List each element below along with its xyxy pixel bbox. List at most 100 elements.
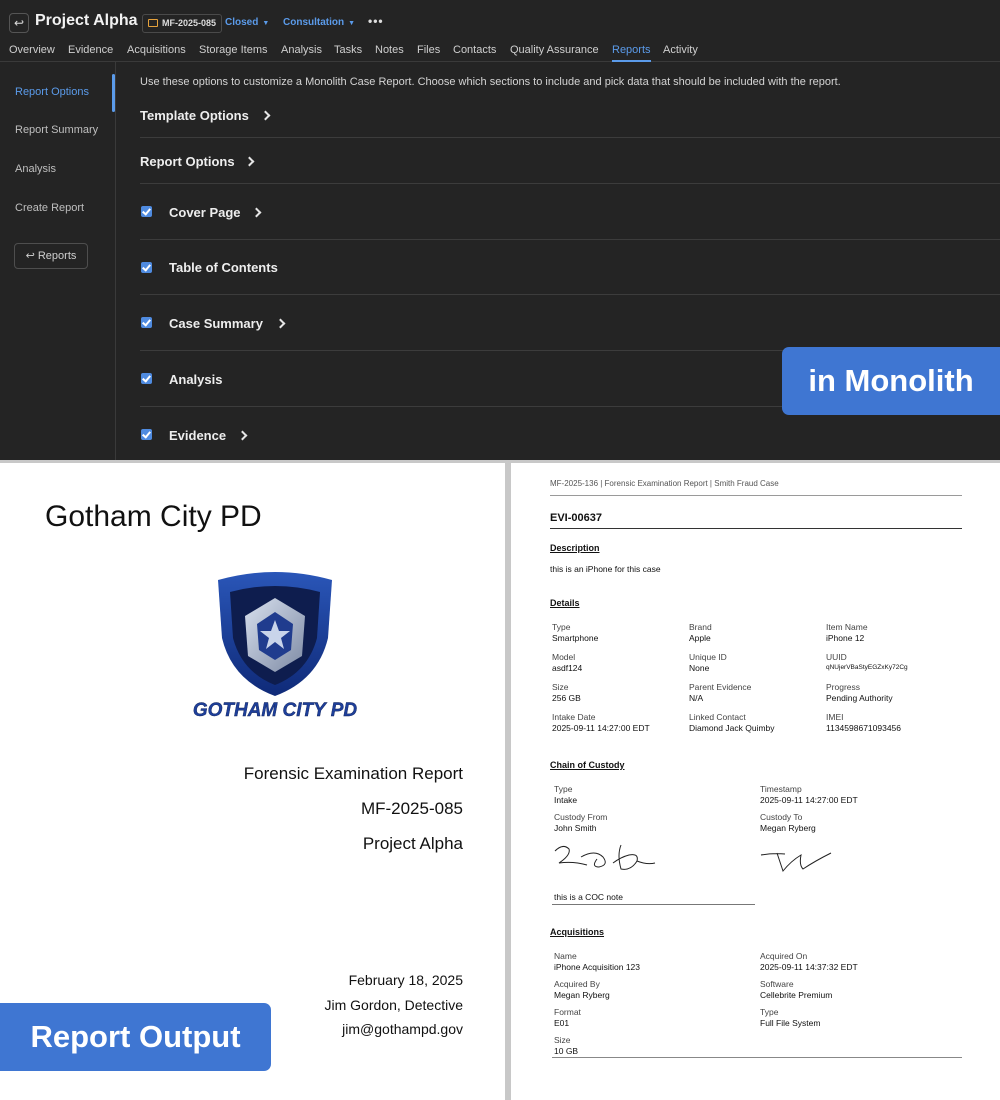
tab-overview[interactable]: Overview <box>9 44 55 56</box>
divider <box>552 1057 962 1058</box>
acq-value: 2025-09-11 14:37:32 EDT <box>760 962 858 972</box>
detail-label: Brand <box>689 622 712 632</box>
coc-value: John Smith <box>554 823 597 833</box>
case-type-value: Consultation <box>283 17 345 28</box>
tab-analysis[interactable]: Analysis <box>281 44 322 56</box>
chevron-right-icon[interactable] <box>244 156 255 167</box>
option-label: Table of Contents <box>169 260 278 275</box>
logo-text: GOTHAM CITY PD <box>193 700 358 721</box>
acq-value: E01 <box>554 1018 570 1028</box>
detail-value: iPhone 12 <box>826 633 865 643</box>
sidebar-item-report-options[interactable]: Report Options <box>15 86 89 98</box>
detail-label: Linked Contact <box>689 712 746 722</box>
detail-value: qNUjerVBaStyEGZxKy72Cg <box>826 664 908 671</box>
case-type-dropdown[interactable]: Consultation ▼ <box>283 17 355 28</box>
detail-label: Size <box>552 682 569 692</box>
option-evidence[interactable]: Evidence <box>140 407 1000 463</box>
evidence-id: EVI-00637 <box>550 512 602 524</box>
active-indicator <box>112 74 115 112</box>
sidebar-item-create-report[interactable]: Create Report <box>15 202 84 214</box>
table-of-contents-checkbox[interactable] <box>141 262 152 273</box>
chevron-right-icon[interactable] <box>237 430 248 441</box>
case-number-chip[interactable]: MF-2025-085 <box>142 14 223 33</box>
acq-label: Software <box>760 979 794 989</box>
case-summary-checkbox[interactable] <box>141 317 152 328</box>
acq-label: Size <box>554 1035 571 1045</box>
back-icon[interactable]: ↩ <box>9 13 29 33</box>
intro-text: Use these options to customize a Monolit… <box>140 76 841 88</box>
status-value: Closed <box>225 17 259 28</box>
acq-value: 10 GB <box>554 1046 579 1056</box>
option-case-summary[interactable]: Case Summary <box>140 295 1000 351</box>
tab-contacts[interactable]: Contacts <box>453 44 496 56</box>
description-heading: Description <box>550 543 600 553</box>
examiner-name: Jim Gordon, Detective <box>324 997 464 1013</box>
cover-page-checkbox[interactable] <box>141 206 152 217</box>
tab-storage-items[interactable]: Storage Items <box>199 44 267 56</box>
option-label: Report Options <box>140 154 235 169</box>
cover-case-number: MF-2025-085 <box>360 799 463 818</box>
project-header: ↩ Project Alpha MF-2025-085 Closed ▼ Cons… <box>0 0 1000 40</box>
tab-evidence[interactable]: Evidence <box>68 44 113 56</box>
evidence-checkbox[interactable] <box>141 429 152 440</box>
details-heading: Details <box>550 598 580 608</box>
option-table-of-contents[interactable]: Table of Contents <box>140 240 1000 295</box>
option-template-options[interactable]: Template Options <box>140 92 1000 138</box>
reports-back-button[interactable]: ↩ Reports <box>14 243 88 269</box>
tab-reports[interactable]: Reports <box>612 44 651 62</box>
sidebar-item-analysis[interactable]: Analysis <box>15 163 56 175</box>
acquisitions-heading: Acquisitions <box>550 927 605 937</box>
divider <box>550 528 962 529</box>
acq-label: Format <box>554 1007 581 1017</box>
coc-note: this is a COC note <box>554 892 623 902</box>
report-output-badge: Report Output <box>0 1003 271 1071</box>
report-sidebar: Report Options Report Summary Analysis C… <box>0 62 116 460</box>
divider <box>550 495 962 496</box>
detail-label: Item Name <box>826 622 868 632</box>
coc-value: Intake <box>554 795 578 805</box>
more-options-icon[interactable]: ••• <box>368 14 384 28</box>
coc-label: Custody To <box>760 812 803 822</box>
acq-value: Cellebrite Premium <box>760 990 833 1000</box>
status-dropdown[interactable]: Closed ▼ <box>225 17 269 28</box>
custody-to-signature <box>760 852 832 873</box>
coc-value: 2025-09-11 14:27:00 EDT <box>760 795 858 805</box>
option-label: Template Options <box>140 108 249 123</box>
tab-activity[interactable]: Activity <box>663 44 698 56</box>
tab-acquisitions[interactable]: Acquisitions <box>127 44 186 56</box>
detail-value: Apple <box>689 633 711 643</box>
tab-tasks[interactable]: Tasks <box>334 44 362 56</box>
in-monolith-badge: in Monolith <box>782 347 1000 415</box>
report-date: February 18, 2025 <box>348 972 463 988</box>
option-report-options[interactable]: Report Options <box>140 138 1000 184</box>
detail-value: N/A <box>689 693 704 703</box>
option-label: Analysis <box>169 372 223 387</box>
detail-value: None <box>689 663 710 673</box>
divider <box>552 904 755 905</box>
coc-label: Type <box>554 784 573 794</box>
detail-label: IMEI <box>826 712 844 722</box>
detail-value: asdf124 <box>552 663 583 673</box>
detail-value: Diamond Jack Quimby <box>689 723 775 733</box>
option-label: Case Summary <box>169 316 263 331</box>
detail-value: 2025-09-11 14:27:00 EDT <box>552 723 650 733</box>
option-cover-page[interactable]: Cover Page <box>140 184 1000 240</box>
tab-notes[interactable]: Notes <box>375 44 404 56</box>
folder-icon <box>148 19 158 27</box>
option-label: Evidence <box>169 428 227 443</box>
chevron-right-icon[interactable] <box>260 110 271 121</box>
caret-down-icon: ▼ <box>262 20 270 27</box>
analysis-checkbox[interactable] <box>141 373 152 384</box>
chevron-right-icon[interactable] <box>275 318 286 329</box>
caret-down-icon: ▼ <box>348 20 356 27</box>
case-tabs: Overview Evidence Acquisitions Storage I… <box>0 40 1000 62</box>
tab-quality-assurance[interactable]: Quality Assurance <box>510 44 599 56</box>
acq-label: Type <box>760 1007 779 1017</box>
chevron-right-icon[interactable] <box>251 207 262 218</box>
tab-files[interactable]: Files <box>417 44 440 56</box>
detail-value: Pending Authority <box>826 693 893 703</box>
detail-label: Parent Evidence <box>689 682 752 692</box>
examiner-email: jim@gothampd.gov <box>342 1021 463 1037</box>
sidebar-item-report-summary[interactable]: Report Summary <box>15 124 98 136</box>
project-title: Project Alpha <box>35 12 138 29</box>
